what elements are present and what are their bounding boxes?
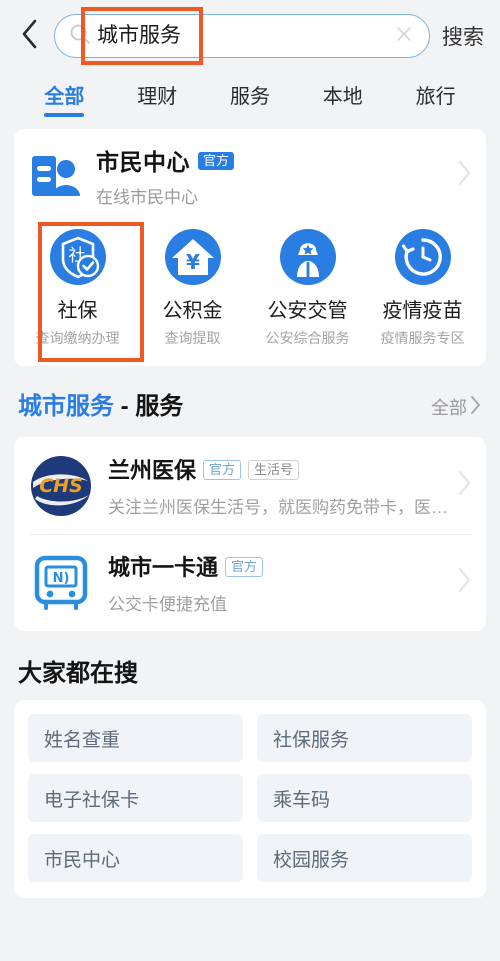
search-header: 城市服务 搜索: [0, 0, 500, 68]
search-input[interactable]: 城市服务: [54, 7, 430, 65]
service-tile-title: 社保: [57, 300, 98, 322]
tab-all-label: 全部: [44, 86, 85, 108]
service-tile-epidemic-vaccine[interactable]: 疫情疫苗 疫情服务专区: [365, 222, 480, 352]
service-tile-subtitle: 公安综合服务: [265, 330, 350, 346]
chevron-right-icon[interactable]: [448, 469, 472, 502]
list-item-title-row: 城市一卡通 官方: [108, 550, 448, 582]
hot-searches-title: 大家都在搜: [18, 660, 138, 687]
civic-center-title: 市民中心: [96, 149, 190, 175]
social-security-shield-icon: 社: [49, 228, 107, 286]
hot-searches-card: 姓名查重 社保服务 电子社保卡 乘车码 市民中心 校园服务: [14, 700, 486, 898]
tab-services[interactable]: 服务: [204, 72, 297, 119]
official-badge: 官方: [225, 557, 264, 577]
tab-finance[interactable]: 理财: [111, 72, 204, 119]
chs-lanzhou-medical-logo: CHS: [30, 455, 92, 517]
close-icon[interactable]: [393, 23, 415, 50]
service-list-card: CHS 兰州医保 官方 生活号 关注兰州医保生活号，就医购药免带卡，医… N): [14, 437, 486, 631]
hot-search-chip[interactable]: 市民中心: [28, 834, 243, 882]
tab-travel[interactable]: 旅行: [389, 72, 482, 119]
chevron-right-icon[interactable]: [448, 566, 472, 599]
housing-fund-house-icon: ¥: [164, 228, 222, 286]
hot-search-chip[interactable]: 校园服务: [257, 834, 472, 882]
list-item-title: 兰州医保: [108, 458, 197, 483]
service-tile-subtitle: 疫情服务专区: [380, 330, 465, 346]
service-tile-subtitle: 查询缴纳办理: [35, 330, 120, 346]
service-section-more-label: 全部: [431, 398, 467, 418]
hot-search-chip[interactable]: 姓名查重: [28, 714, 243, 762]
service-tile-title: 公安交管: [267, 300, 348, 322]
list-item[interactable]: N) 城市一卡通 官方 公交卡便捷充值: [14, 534, 486, 631]
back-button[interactable]: [14, 16, 44, 56]
list-item-title: 城市一卡通: [108, 555, 219, 580]
civic-center-subtitle: 在线市民中心: [96, 188, 198, 207]
civic-center-header-row[interactable]: 市民中心 官方 在线市民中心: [14, 129, 486, 218]
lifestyle-account-badge: 生活号: [248, 460, 300, 480]
civic-center-title-row: 市民中心 官方: [96, 143, 448, 177]
search-submit-button[interactable]: 搜索: [440, 21, 484, 51]
tab-active-underline: [44, 113, 85, 117]
civic-center-card: 市民中心 官方 在线市民中心 社 社保 查询缴纳办理 ¥ 公积金 查询提取 公安…: [14, 129, 486, 366]
list-item-text: 兰州医保 官方 生活号 关注兰州医保生活号，就医购药免带卡，医…: [108, 453, 448, 518]
tab-all[interactable]: 全部: [18, 72, 111, 119]
svg-text:N): N): [53, 571, 70, 586]
service-tile-social-security[interactable]: 社 社保 查询缴纳办理: [20, 222, 135, 352]
list-item-title-row: 兰州医保 官方 生活号: [108, 453, 448, 485]
service-section-title-rest: - 服务: [114, 393, 184, 420]
svg-text:CHS: CHS: [39, 475, 83, 497]
search-query-text: 城市服务: [97, 24, 181, 47]
list-item-subtitle: 关注兰州医保生活号，就医购药免带卡，医…: [108, 498, 448, 517]
civic-center-text: 市民中心 官方 在线市民中心: [96, 143, 448, 208]
service-tile-police-traffic[interactable]: 公安交管 公安综合服务: [250, 222, 365, 352]
service-tile-title: 疫情疫苗: [382, 300, 463, 322]
civic-center-icon: [30, 152, 82, 200]
service-section-title-highlight: 城市服务: [18, 393, 114, 420]
official-badge: 官方: [198, 152, 235, 170]
epidemic-vaccine-clock-icon: [394, 228, 452, 286]
transit-card-bus-icon: N): [30, 552, 92, 614]
category-tabs: 全部 理财 服务 本地 旅行: [0, 68, 500, 119]
list-item-text: 城市一卡通 官方 公交卡便捷充值: [108, 550, 448, 615]
svg-text:¥: ¥: [186, 250, 200, 274]
chevron-right-icon[interactable]: [448, 159, 472, 192]
hot-search-chip[interactable]: 乘车码: [257, 774, 472, 822]
list-item-subtitle: 公交卡便捷充值: [108, 595, 227, 614]
police-traffic-officer-icon: [279, 228, 337, 286]
chevron-left-icon: [19, 18, 39, 55]
civic-service-grid: 社 社保 查询缴纳办理 ¥ 公积金 查询提取 公安交管 公安综合服务 疫情疫苗 …: [14, 218, 486, 366]
search-icon: [69, 23, 91, 50]
tab-local[interactable]: 本地: [296, 72, 389, 119]
service-tile-housing-fund[interactable]: ¥ 公积金 查询提取: [135, 222, 250, 352]
official-badge: 官方: [203, 460, 242, 480]
hot-searches-grid: 姓名查重 社保服务 电子社保卡 乘车码 市民中心 校园服务: [28, 714, 472, 882]
service-tile-title: 公积金: [162, 300, 223, 322]
hot-search-chip[interactable]: 社保服务: [257, 714, 472, 762]
service-section-header: 城市服务 - 服务 全部: [0, 366, 500, 427]
chevron-right-icon: [469, 395, 482, 420]
service-section-more-link[interactable]: 全部: [431, 394, 482, 420]
list-item[interactable]: CHS 兰州医保 官方 生活号 关注兰州医保生活号，就医购药免带卡，医…: [14, 437, 486, 534]
hot-search-chip[interactable]: 电子社保卡: [28, 774, 243, 822]
service-tile-subtitle: 查询提取: [164, 330, 221, 346]
service-section-title: 城市服务 - 服务: [18, 386, 183, 421]
